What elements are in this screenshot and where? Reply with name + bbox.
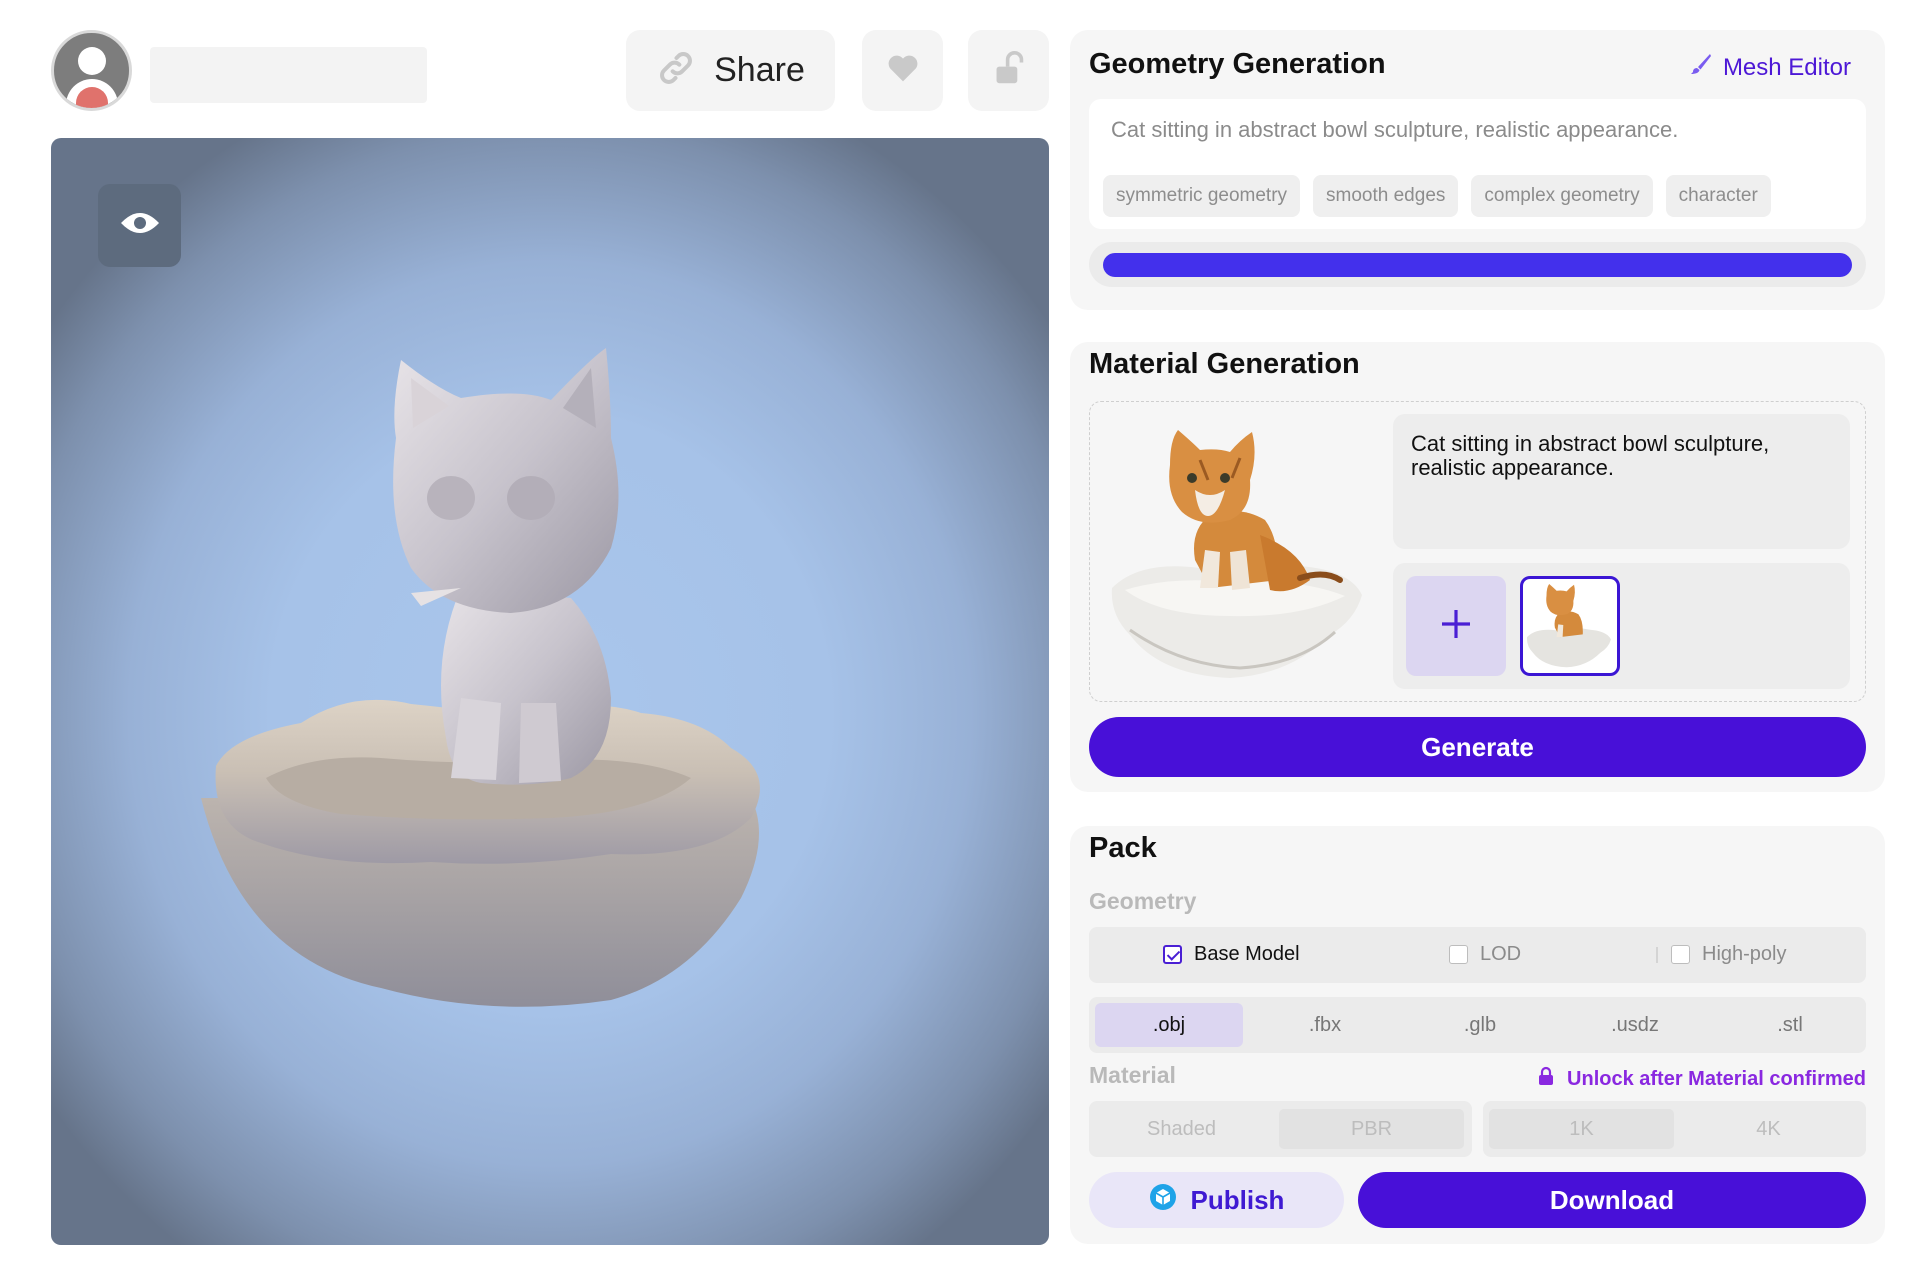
tag-smooth-edges[interactable]: smooth edges <box>1313 175 1459 217</box>
geometry-section-label: Geometry <box>1089 888 1197 914</box>
plus-icon <box>1438 606 1474 647</box>
generate-button[interactable]: Generate <box>1089 717 1866 777</box>
material-input-area: Cat sitting in abstract bowl sculpture, … <box>1089 401 1866 702</box>
geometry-progress-bar <box>1089 242 1866 287</box>
share-button[interactable]: Share <box>626 30 835 111</box>
cube-icon <box>1149 1183 1177 1218</box>
divider <box>1656 947 1658 963</box>
format-fbx[interactable]: .fbx <box>1251 1003 1399 1047</box>
format-usdz[interactable]: .usdz <box>1561 1003 1709 1047</box>
eye-toggle-button[interactable] <box>98 184 181 267</box>
3d-model-viewer[interactable] <box>51 138 1049 1245</box>
lod-checkbox[interactable] <box>1449 945 1468 964</box>
lock-icon <box>1537 1066 1555 1092</box>
add-reference-button[interactable] <box>1406 576 1506 676</box>
material-title: Material Generation <box>1089 348 1360 380</box>
material-generation-panel: Material Generation Cat sitting in abstr… <box>1070 342 1885 792</box>
material-section-label: Material <box>1089 1062 1176 1088</box>
option-high-poly[interactable]: High-poly <box>1671 943 1786 966</box>
lod-label: LOD <box>1480 943 1522 965</box>
format-obj[interactable]: .obj <box>1095 1003 1243 1047</box>
mesh-editor-link[interactable]: Mesh Editor <box>1689 52 1851 83</box>
reference-thumbnails <box>1393 563 1850 689</box>
mesh-editor-label: Mesh Editor <box>1722 53 1851 81</box>
resolution-selector: 1K 4K <box>1483 1101 1866 1157</box>
geometry-title: Geometry Generation <box>1089 48 1386 80</box>
share-label: Share <box>714 51 805 89</box>
reference-thumbnail-selected[interactable] <box>1520 576 1620 676</box>
publish-button[interactable]: Publish <box>1089 1172 1344 1228</box>
eye-icon <box>119 209 161 242</box>
tag-complex-geometry[interactable]: complex geometry <box>1471 175 1653 217</box>
tag-character[interactable]: character <box>1665 175 1771 217</box>
material-pbr: PBR <box>1279 1109 1464 1149</box>
resolution-1k: 1K <box>1489 1109 1674 1149</box>
format-glb[interactable]: .glb <box>1406 1003 1554 1047</box>
cat-bowl-model <box>201 348 760 1007</box>
model-name-placeholder <box>150 47 427 103</box>
heart-icon <box>887 53 919 88</box>
resolution-4k: 4K <box>1756 1118 1781 1140</box>
unlock-icon <box>992 50 1026 91</box>
link-icon <box>656 48 696 93</box>
user-avatar-icon[interactable] <box>51 30 132 111</box>
tag-symmetric-geometry[interactable]: symmetric geometry <box>1103 175 1301 217</box>
reference-image <box>1111 430 1362 678</box>
high-poly-label: High-poly <box>1702 943 1787 965</box>
visibility-lock-button[interactable] <box>968 30 1049 111</box>
download-button[interactable]: Download <box>1358 1172 1866 1228</box>
unlock-label: Unlock after Material confirmed <box>1567 1067 1866 1090</box>
brush-icon <box>1689 52 1713 83</box>
pack-panel: Pack Geometry Base Model LOD High-poly .… <box>1070 826 1885 1244</box>
format-stl[interactable]: .stl <box>1716 1003 1864 1047</box>
option-base-model[interactable]: Base Model <box>1163 943 1300 966</box>
publish-label: Publish <box>1190 1184 1285 1215</box>
material-shaded: Shaded <box>1089 1109 1274 1149</box>
format-selector: .obj .fbx .glb .usdz .stl <box>1089 997 1866 1053</box>
tag-list: symmetric geometry smooth edges complex … <box>1103 175 1771 217</box>
geometry-generation-panel: Geometry Generation Mesh Editor Cat sitt… <box>1070 30 1885 310</box>
like-button[interactable] <box>862 30 943 111</box>
base-model-label: Base Model <box>1194 943 1300 965</box>
geometry-options: Base Model LOD High-poly <box>1089 927 1866 983</box>
option-lod[interactable]: LOD <box>1449 943 1521 966</box>
material-type-selector: Shaded PBR <box>1089 1101 1472 1157</box>
pack-title: Pack <box>1089 832 1157 864</box>
geometry-prompt-box[interactable]: Cat sitting in abstract bowl sculpture, … <box>1089 99 1866 229</box>
high-poly-checkbox[interactable] <box>1671 945 1690 964</box>
material-prompt-text[interactable]: Cat sitting in abstract bowl sculpture, … <box>1393 414 1850 549</box>
geometry-progress-fill <box>1103 253 1852 277</box>
base-model-checkbox[interactable] <box>1163 945 1182 964</box>
unlock-notice: Unlock after Material confirmed <box>1537 1066 1866 1092</box>
geometry-prompt-text: Cat sitting in abstract bowl sculpture, … <box>1111 117 1679 142</box>
